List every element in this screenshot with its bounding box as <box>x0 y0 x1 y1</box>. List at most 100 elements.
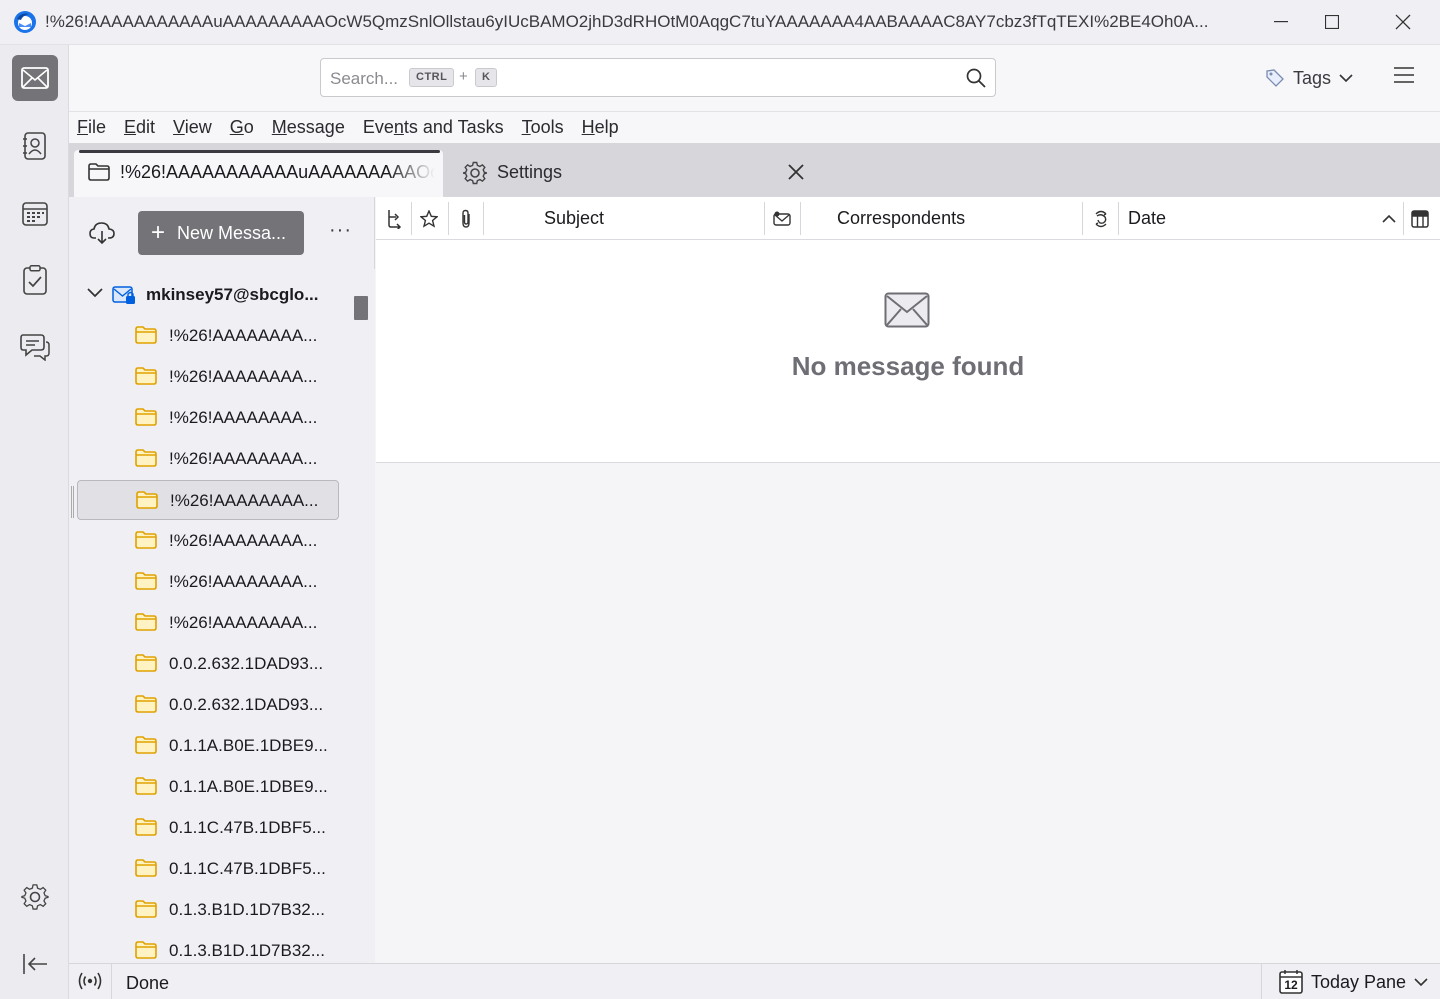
close-window-button[interactable] <box>1380 4 1426 40</box>
folder-row[interactable]: 0.1.3.B1D.1D7B32... <box>77 890 339 930</box>
message-list-empty-state: No message found <box>376 240 1440 463</box>
calendar-day-number: 12 <box>1284 978 1298 992</box>
chat-space-button[interactable] <box>12 324 58 370</box>
address-book-icon <box>23 132 46 160</box>
folder-row[interactable]: !%26!AAAAAAAA... <box>77 480 339 520</box>
search-icon[interactable] <box>966 68 986 88</box>
account-row[interactable]: mkinsey57@sbcglo... <box>69 276 349 314</box>
folder-scrollbar-thumb[interactable] <box>354 296 368 320</box>
folder-name: 0.1.3.B1D.1D7B32... <box>169 941 325 960</box>
folder-row[interactable]: 0.1.3.B1D.1D7B32... <box>77 931 339 963</box>
app-menu-hamburger-icon[interactable] <box>1394 67 1414 83</box>
folder-tree: mkinsey57@sbcglo... !%26!AAAAAAAA... !%26… <box>69 269 349 963</box>
close-tab-icon[interactable] <box>788 164 804 180</box>
mail-icon <box>21 67 49 89</box>
folder-name: !%26!AAAAAAAA... <box>169 613 318 632</box>
maximize-button[interactable] <box>1309 4 1355 40</box>
tab-mail-title: !%26!AAAAAAAAAAAuAAAAAAAAAOcW <box>120 162 435 182</box>
column-separator[interactable] <box>411 202 412 235</box>
mail-space-button[interactable] <box>12 55 58 101</box>
column-separator[interactable] <box>1118 202 1119 235</box>
column-picker-icon[interactable] <box>1411 197 1429 240</box>
menu-view[interactable]: View <box>173 117 212 138</box>
folder-name: 0.1.3.B1D.1D7B32... <box>169 900 325 919</box>
calendar-space-button[interactable] <box>12 190 58 236</box>
pane-splitter-handle[interactable] <box>71 486 74 518</box>
status-separator <box>1261 964 1262 999</box>
sort-ascending-icon[interactable] <box>1382 197 1396 240</box>
shortcut-plus: + <box>459 68 468 85</box>
unread-status-column-icon[interactable] <box>773 197 791 240</box>
chevron-down-icon[interactable] <box>87 288 103 298</box>
column-separator[interactable] <box>1403 202 1404 235</box>
menu-message[interactable]: Message <box>272 117 345 138</box>
folder-row[interactable]: 0.1.1C.47B.1DBF5... <box>77 808 339 848</box>
menu-edit[interactable]: Edit <box>124 117 155 138</box>
thunderbird-logo-icon <box>13 10 37 34</box>
settings-space-button[interactable] <box>12 874 58 920</box>
folder-row[interactable]: !%26!AAAAAAAA... <box>77 357 339 397</box>
message-list-header: Subject Correspondents Date <box>376 197 1440 240</box>
collapse-spaces-button[interactable] <box>12 941 58 987</box>
get-messages-button[interactable] <box>89 221 115 245</box>
date-column-header[interactable]: Date <box>1128 197 1166 240</box>
folder-row[interactable]: 0.1.1A.B0E.1DBE9... <box>77 726 339 766</box>
online-status-icon[interactable] <box>77 971 103 991</box>
folder-scrollbar-track[interactable] <box>350 269 375 963</box>
menu-bar: File Edit View Go Message Events and Tas… <box>69 111 1440 143</box>
shortcut-k-key: K <box>475 68 498 87</box>
new-message-button[interactable]: + New Messa... <box>138 211 304 255</box>
folder-row[interactable]: 0.1.1A.B0E.1DBE9... <box>77 767 339 807</box>
folder-row[interactable]: !%26!AAAAAAAA... <box>77 562 339 602</box>
thread-column-icon[interactable] <box>386 197 402 240</box>
junk-status-column-icon[interactable] <box>1093 197 1109 240</box>
column-separator[interactable] <box>800 202 801 235</box>
tab-mail-folder[interactable]: !%26!AAAAAAAAAAAuAAAAAAAAAOcW <box>74 150 443 197</box>
folder-row[interactable]: !%26!AAAAAAAA... <box>77 398 339 438</box>
tab-settings[interactable]: Settings <box>454 150 814 197</box>
folder-icon <box>135 367 157 385</box>
chevron-down-icon <box>1339 73 1353 82</box>
column-separator[interactable] <box>764 202 765 235</box>
spaces-toolbar <box>0 45 69 999</box>
star-column-icon[interactable] <box>420 197 438 240</box>
calendar-icon <box>22 202 48 226</box>
address-book-space-button[interactable] <box>12 123 58 169</box>
folder-icon <box>88 163 110 181</box>
menu-events-and-tasks[interactable]: Events and Tasks <box>363 117 504 138</box>
menu-file[interactable]: File <box>77 117 106 138</box>
folder-row[interactable]: !%26!AAAAAAAA... <box>77 521 339 561</box>
folder-name: !%26!AAAAAAAA... <box>169 531 318 550</box>
gear-icon <box>21 884 49 910</box>
tab-strip: !%26!AAAAAAAAAAAuAAAAAAAAAOcW Settings <box>69 143 1440 197</box>
tags-label: Tags <box>1293 67 1332 88</box>
subject-column-header[interactable]: Subject <box>544 197 604 240</box>
folder-row[interactable]: !%26!AAAAAAAA... <box>77 316 339 356</box>
correspondents-column-header[interactable]: Correspondents <box>837 197 965 240</box>
folder-row[interactable]: !%26!AAAAAAAA... <box>77 439 339 479</box>
attachment-column-icon[interactable] <box>459 197 473 240</box>
column-separator[interactable] <box>483 202 484 235</box>
collapse-left-icon <box>23 954 47 974</box>
menu-tools[interactable]: Tools <box>522 117 564 138</box>
folder-row[interactable]: 0.0.2.632.1DAD93... <box>77 685 339 725</box>
menu-go[interactable]: Go <box>230 117 254 138</box>
folder-row[interactable]: !%26!AAAAAAAA... <box>77 603 339 643</box>
calendar-day-icon: 12 <box>1279 970 1303 994</box>
folder-name: !%26!AAAAAAAA... <box>169 449 318 468</box>
column-separator[interactable] <box>448 202 449 235</box>
menu-help[interactable]: Help <box>582 117 619 138</box>
folder-row[interactable]: 0.1.1C.47B.1DBF5... <box>77 849 339 889</box>
tab-settings-title: Settings <box>497 162 563 182</box>
folder-pane-more-button[interactable]: ··· <box>329 219 352 242</box>
tasks-space-button[interactable] <box>12 257 58 303</box>
today-pane-toggle-button[interactable]: 12 Today Pane <box>1279 970 1428 994</box>
tags-button[interactable]: Tags <box>1265 66 1353 90</box>
global-search-input[interactable]: Search... CTRL + K <box>320 58 996 97</box>
folder-row[interactable]: 0.0.2.632.1DAD93... <box>77 644 339 684</box>
tag-icon <box>1266 69 1284 87</box>
folder-icon <box>135 900 157 918</box>
column-separator[interactable] <box>1082 202 1083 235</box>
no-message-envelope-icon <box>884 292 930 328</box>
minimize-button[interactable] <box>1258 4 1304 40</box>
